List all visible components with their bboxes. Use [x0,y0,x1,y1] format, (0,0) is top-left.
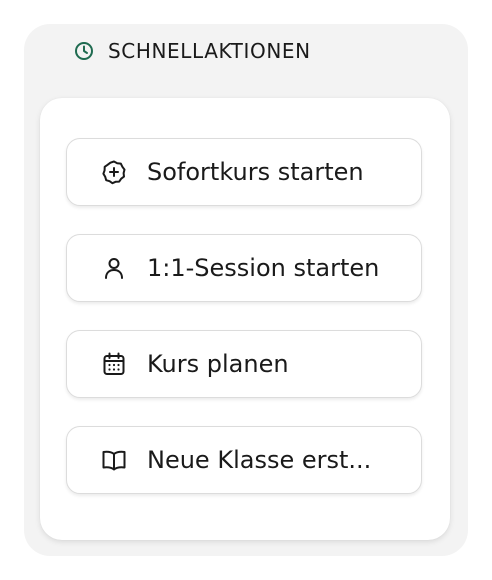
plan-course-button[interactable]: Kurs planen [66,330,422,398]
quick-actions-panel: SCHNELLAKTIONEN Sofortkurs starten 1:1-S… [24,24,468,556]
action-label: 1:1-Session starten [147,254,380,282]
action-label: Kurs planen [147,350,289,378]
clock-icon [74,41,94,61]
panel-header: SCHNELLAKTIONEN [74,36,311,66]
action-label: Sofortkurs starten [147,158,364,186]
start-one-on-one-session-button[interactable]: 1:1-Session starten [66,234,422,302]
user-icon [101,255,127,281]
book-open-icon [101,447,127,473]
start-instant-course-button[interactable]: Sofortkurs starten [66,138,422,206]
panel-title: SCHNELLAKTIONEN [108,39,311,63]
create-new-class-button[interactable]: Neue Klasse erst... [66,426,422,494]
calendar-icon [101,351,127,377]
plus-circle-icon [101,159,127,185]
action-label: Neue Klasse erst... [147,446,372,474]
actions-card: Sofortkurs starten 1:1-Session starten K… [40,98,450,540]
